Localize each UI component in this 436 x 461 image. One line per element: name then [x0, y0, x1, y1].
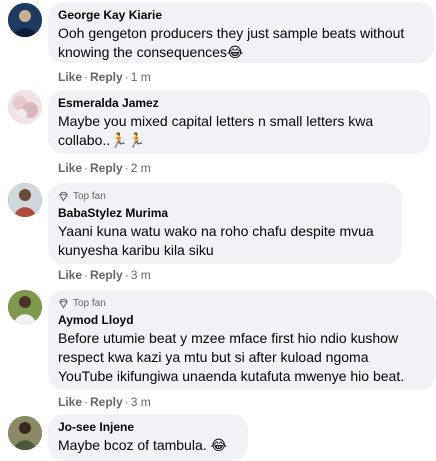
- reply-button[interactable]: Reply: [90, 395, 123, 409]
- separator: ·: [84, 161, 89, 175]
- comment-text: Before utumie beat y mzee mface first hi…: [58, 330, 405, 384]
- profile-photo-icon: [8, 416, 42, 450]
- separator: ·: [124, 268, 129, 282]
- avatar[interactable]: [8, 90, 42, 124]
- profile-photo-icon: [8, 183, 42, 217]
- comment-author[interactable]: BabaStylez Murima: [58, 206, 392, 221]
- profile-photo-icon: [8, 290, 42, 324]
- comment-author[interactable]: Aymod Lloyd: [58, 313, 426, 328]
- comment-actions: Like · Reply · 2 m: [58, 161, 151, 176]
- comment-text: Maybe bcoz of tambula. 😂: [58, 437, 227, 453]
- diamond-icon: [59, 191, 68, 202]
- comment-bubble: Top fan Aymod Lloyd Before utumie beat y…: [48, 290, 436, 390]
- comment-author[interactable]: Esmeralda Jamez: [58, 96, 420, 111]
- avatar[interactable]: [8, 290, 42, 324]
- comment-actions: Like · Reply · 3 m: [58, 268, 151, 283]
- top-fan-badge: Top fan: [58, 296, 426, 310]
- comment-text: Yaani kuna watu wako na roho chafu despi…: [58, 223, 374, 258]
- like-button[interactable]: Like: [58, 268, 82, 282]
- comment-bubble: Jo-see Injene Maybe bcoz of tambula. 😂: [48, 414, 248, 461]
- like-button[interactable]: Like: [58, 395, 82, 409]
- comment-time[interactable]: 3 m: [131, 395, 151, 409]
- avatar[interactable]: [8, 416, 42, 450]
- avatar[interactable]: [8, 183, 42, 217]
- separator: ·: [84, 268, 89, 282]
- comment-bubble: Esmeralda Jamez Maybe you mixed capital …: [48, 90, 430, 154]
- comment-bubble: Top fan BabaStylez Murima Yaani kuna wat…: [48, 183, 402, 264]
- badge-label: Top fan: [73, 190, 106, 202]
- comment-actions: Like · Reply · 1 m: [58, 70, 151, 85]
- comment-time[interactable]: 1 m: [131, 70, 151, 84]
- reply-button[interactable]: Reply: [90, 70, 123, 84]
- separator: ·: [124, 395, 129, 409]
- separator: ·: [84, 395, 89, 409]
- like-button[interactable]: Like: [58, 70, 82, 84]
- comment-time[interactable]: 3 m: [131, 268, 151, 282]
- comment-text: Maybe you mixed capital letters n small …: [58, 113, 374, 148]
- separator: ·: [84, 70, 89, 84]
- reply-button[interactable]: Reply: [90, 268, 123, 282]
- reply-button[interactable]: Reply: [90, 161, 123, 175]
- profile-photo-icon: [8, 3, 42, 37]
- comment-text: Ooh gengeton producers they just sample …: [58, 25, 405, 60]
- comment-author[interactable]: George Kay Kiarie: [58, 8, 424, 23]
- like-button[interactable]: Like: [58, 161, 82, 175]
- comment-actions: Like · Reply · 3 m: [58, 395, 151, 410]
- comment-time[interactable]: 2 m: [131, 161, 151, 175]
- diamond-icon: [59, 298, 68, 309]
- avatar[interactable]: [8, 3, 42, 37]
- separator: ·: [124, 70, 129, 84]
- comment-author[interactable]: Jo-see Injene: [58, 420, 238, 435]
- top-fan-badge: Top fan: [58, 189, 392, 203]
- comment-bubble: George Kay Kiarie Ooh gengeton producers…: [48, 2, 434, 63]
- profile-photo-icon: [8, 90, 42, 124]
- badge-label: Top fan: [73, 297, 106, 309]
- separator: ·: [124, 161, 129, 175]
